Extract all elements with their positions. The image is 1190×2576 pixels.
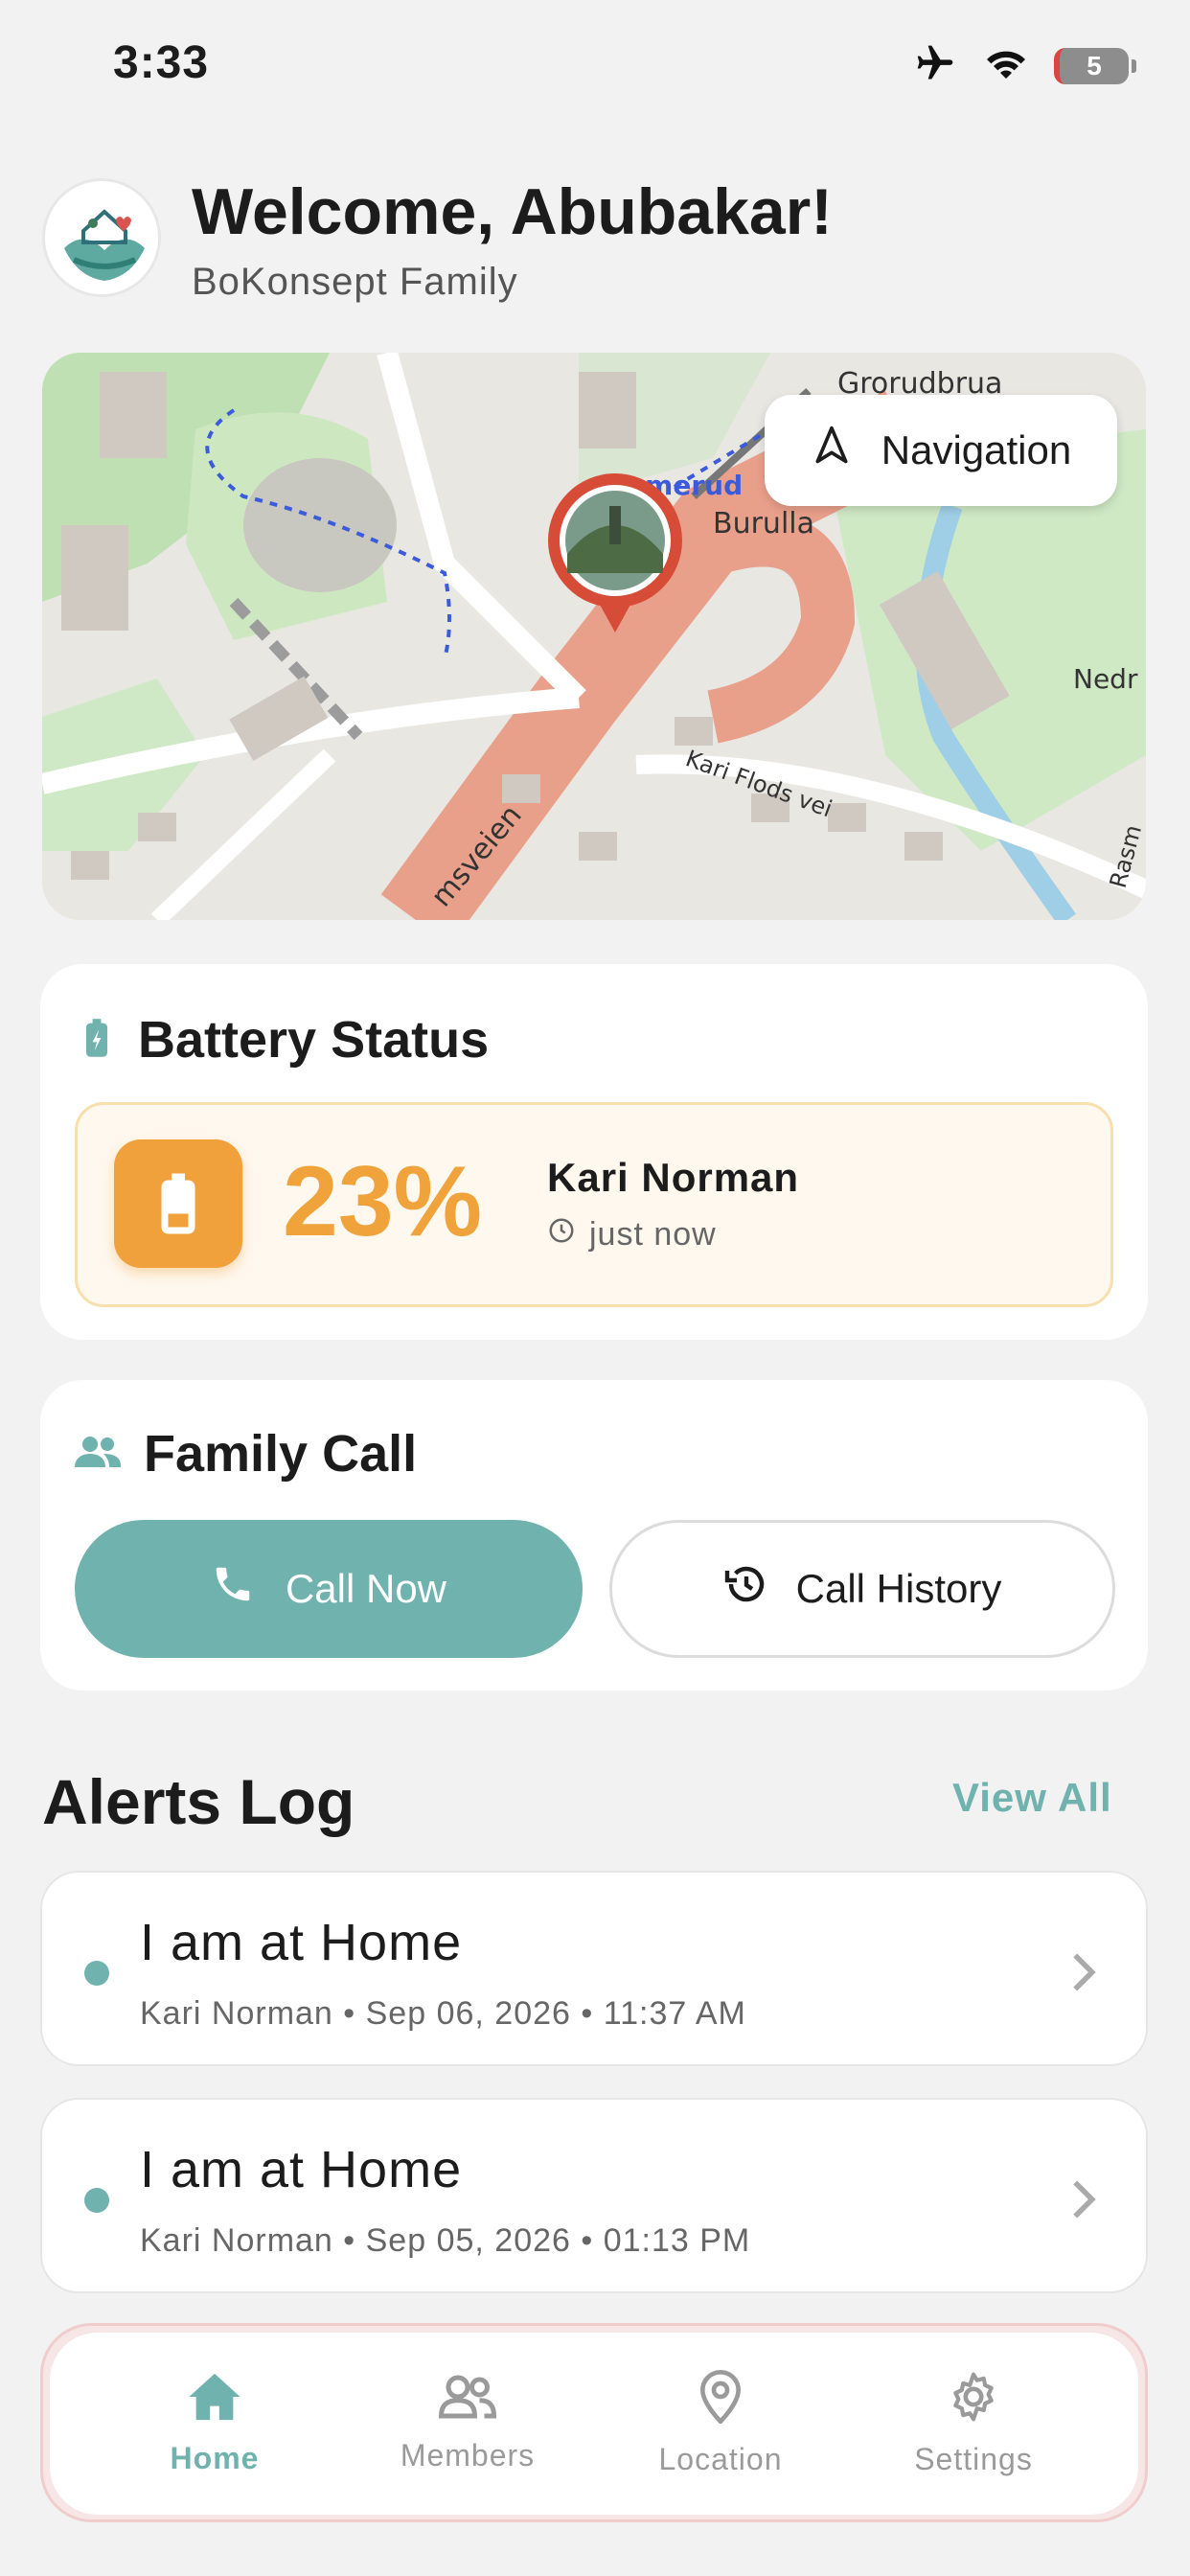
tab-home[interactable]: Home xyxy=(109,2371,320,2476)
family-subtitle: BoKonsept Family xyxy=(192,261,518,303)
navigation-label: Navigation xyxy=(881,427,1072,472)
tab-settings[interactable]: Settings xyxy=(868,2370,1079,2477)
home-icon xyxy=(187,2371,242,2427)
tab-location-label: Location xyxy=(658,2442,783,2476)
tab-settings-label: Settings xyxy=(914,2442,1033,2476)
battery-icon: 5 xyxy=(1054,47,1136,84)
tab-bar: Home Members Location Settings xyxy=(50,2333,1138,2515)
status-icons: 5 xyxy=(912,42,1136,89)
alert-status-dot xyxy=(84,1961,109,1986)
map-label-nedr: Nedr xyxy=(1073,663,1138,695)
battery-updated: just now xyxy=(547,1216,717,1254)
family-call-title: Family Call xyxy=(144,1425,418,1483)
battery-status-title: Battery Status xyxy=(138,1011,490,1069)
battery-level-panel: 23% Kari Norman just now xyxy=(75,1102,1113,1307)
navigation-button[interactable]: Navigation xyxy=(765,395,1117,506)
alert-meta: Kari Norman • Sep 06, 2026 • 11:37 AM xyxy=(140,1995,746,2032)
alert-item[interactable]: I am at Home Kari Norman • Sep 06, 2026 … xyxy=(40,1871,1148,2066)
people-icon xyxy=(75,1435,121,1474)
phone-icon xyxy=(211,1562,255,1616)
call-history-button[interactable]: Call History xyxy=(609,1520,1115,1658)
battery-updated-label: just now xyxy=(589,1216,717,1253)
alerts-log-title: Alerts Log xyxy=(42,1766,355,1837)
map-view[interactable]: Grorudbrua Burulla mmerud Nedr Kari Flod… xyxy=(42,353,1146,920)
chevron-right-icon xyxy=(1069,1951,1098,1998)
alert-title: I am at Home xyxy=(140,1914,463,1971)
tab-home-label: Home xyxy=(170,2441,260,2475)
view-all-link[interactable]: View All xyxy=(952,1775,1112,1821)
location-pin-icon xyxy=(699,2369,742,2428)
wifi-icon xyxy=(983,44,1029,87)
tab-members-label: Members xyxy=(400,2438,536,2472)
history-icon xyxy=(723,1561,769,1617)
family-call-card: Family Call Call Now Call History xyxy=(40,1380,1148,1690)
chevron-right-icon xyxy=(1069,2178,1098,2225)
alert-title: I am at Home xyxy=(140,2141,463,2198)
battery-status-card: Battery Status 23% Kari Norman just now xyxy=(40,964,1148,1340)
status-time: 3:33 xyxy=(113,37,210,88)
alert-status-dot xyxy=(84,2188,109,2213)
call-history-label: Call History xyxy=(795,1566,1002,1611)
call-now-button[interactable]: Call Now xyxy=(75,1520,583,1658)
battery-member-name: Kari Norman xyxy=(547,1155,800,1200)
welcome-title: Welcome, Abubakar! xyxy=(192,175,833,248)
navigation-arrow-icon xyxy=(811,425,853,476)
battery-percentage: 23% xyxy=(283,1146,483,1257)
airplane-icon xyxy=(912,42,958,89)
tab-members[interactable]: Members xyxy=(362,2374,573,2473)
clock-icon xyxy=(547,1216,576,1254)
gear-icon xyxy=(947,2370,1000,2428)
alert-item[interactable]: I am at Home Kari Norman • Sep 05, 2026 … xyxy=(40,2098,1148,2293)
members-icon xyxy=(438,2374,497,2425)
tab-location[interactable]: Location xyxy=(615,2369,826,2477)
battery-charging-icon xyxy=(82,1017,111,1064)
map-label-burulla: Burulla xyxy=(713,507,814,540)
battery-icon xyxy=(114,1139,242,1268)
call-now-label: Call Now xyxy=(285,1566,447,1611)
family-logo xyxy=(42,178,161,297)
alert-meta: Kari Norman • Sep 05, 2026 • 01:13 PM xyxy=(140,2222,751,2259)
